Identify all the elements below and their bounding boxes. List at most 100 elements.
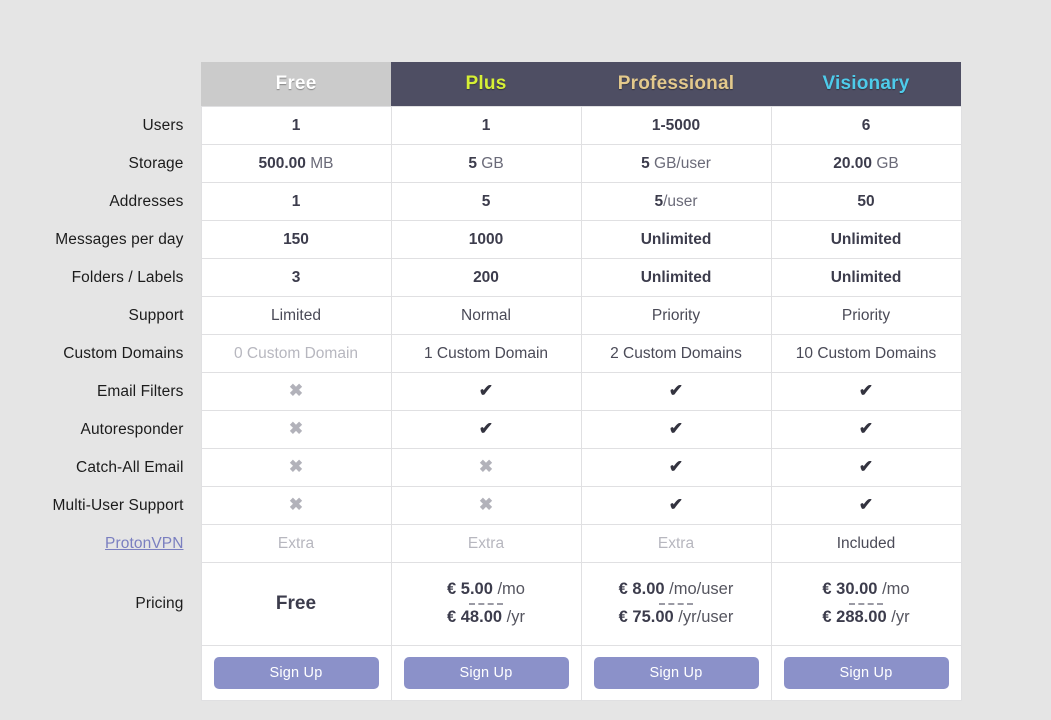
row-label-addresses: Addresses	[20, 182, 201, 221]
cell-value: 5	[641, 154, 650, 172]
cell-unit: MB	[305, 154, 334, 172]
cell-unit: GB	[872, 154, 899, 172]
price-monthly-amount: € 5.00	[447, 580, 493, 599]
check-icon: ✔	[858, 495, 874, 514]
pricing-body: Pricing Free € 5.00 /mo € 48.00 /yr € 8.…	[20, 562, 962, 701]
cell-catch-all-email-free: ✖	[200, 448, 392, 487]
plan-comparison-table: Free Plus Professional Visionary Users 1 1…	[20, 62, 962, 701]
cell-folders-labels-visionary: Unlimited	[770, 258, 962, 297]
sign-up-button-free[interactable]: Sign Up	[213, 657, 379, 689]
cell-value: 20.00	[833, 154, 873, 172]
cell-email-filters-plus: ✔	[390, 372, 582, 411]
cell-addresses-visionary: 50	[770, 182, 962, 221]
cell-protonvpn-free: Extra	[200, 524, 392, 563]
feature-row: Multi-User Support ✖ ✖ ✔ ✔	[20, 486, 962, 525]
plan-header-free: Free	[201, 62, 391, 107]
signup-cell-professional: Sign Up	[580, 645, 772, 701]
cell-email-filters-visionary: ✔	[770, 372, 962, 411]
feature-row: Storage 500.00 MB 5 GB 5 GB/user 20.00 GB	[20, 144, 962, 183]
check-icon: ✔	[668, 381, 684, 400]
cell-support-plus: Normal	[390, 296, 582, 335]
cell-unit: GB	[476, 154, 504, 172]
check-icon: ✔	[858, 381, 874, 400]
cell-value: 5	[468, 154, 477, 172]
feature-row: Support Limited Normal Priority Priority	[20, 296, 962, 335]
cell-custom-domains-professional: 2 Custom Domains	[580, 334, 772, 373]
check-icon: ✔	[858, 457, 874, 476]
row-label-custom-domains: Custom Domains	[20, 334, 201, 373]
plan-header-professional: Professional	[581, 62, 771, 107]
price-cell-visionary: € 30.00 /mo € 288.00 /yr	[770, 562, 962, 646]
price-monthly-period: /mo	[877, 580, 910, 599]
price-monthly-amount: € 30.00	[822, 580, 878, 599]
signup-row-label-spacer	[20, 645, 201, 701]
cell-custom-domains-plus: 1 Custom Domain	[390, 334, 582, 373]
cell-email-filters-professional: ✔	[580, 372, 772, 411]
pricing-row: Pricing Free € 5.00 /mo € 48.00 /yr € 8.…	[20, 562, 962, 646]
plan-header-plus: Plus	[391, 62, 581, 107]
row-label-protonvpn: ProtonVPN	[20, 524, 201, 563]
price-yearly-amount: € 75.00	[618, 608, 674, 626]
protonvpn-link[interactable]: ProtonVPN	[105, 535, 183, 552]
cross-icon: ✖	[288, 381, 304, 400]
pricing-comparison-page: Free Plus Professional Visionary Users 1 1…	[0, 0, 1051, 720]
cell-protonvpn-professional: Extra	[580, 524, 772, 563]
feature-row: Folders / Labels 3 200 Unlimited Unlimited	[20, 258, 962, 297]
check-icon: ✔	[668, 419, 684, 438]
cell-catch-all-email-visionary: ✔	[770, 448, 962, 487]
check-icon: ✔	[668, 495, 684, 514]
sign-up-button-plus[interactable]: Sign Up	[403, 657, 569, 689]
price-monthly-period: /mo/user	[664, 580, 734, 599]
price-monthly-visionary: € 30.00 /mo	[778, 578, 955, 602]
cell-unit: GB/user	[649, 154, 711, 172]
price-yearly-amount: € 288.00	[822, 608, 887, 626]
feature-row: Email Filters ✖ ✔ ✔ ✔	[20, 372, 962, 411]
cell-email-filters-free: ✖	[200, 372, 392, 411]
price-yearly-period: /yr	[886, 608, 910, 626]
signup-cell-free: Sign Up	[200, 645, 392, 701]
price-free-text: Free	[275, 593, 317, 614]
cell-messages-per-day-visionary: Unlimited	[770, 220, 962, 259]
cell-storage-visionary: 20.00 GB	[770, 144, 962, 183]
price-monthly-plus: € 5.00 /mo	[398, 578, 575, 602]
header-corner-spacer	[20, 62, 201, 107]
price-cell-professional: € 8.00 /mo/user € 75.00 /yr/user	[580, 562, 772, 646]
price-cell-plus: € 5.00 /mo € 48.00 /yr	[390, 562, 582, 646]
cell-users-professional: 1-5000	[580, 106, 772, 145]
feature-row: Catch-All Email ✖ ✖ ✔ ✔	[20, 448, 962, 487]
cell-multi-user-support-visionary: ✔	[770, 486, 962, 525]
check-icon: ✔	[478, 381, 494, 400]
cell-custom-domains-free: 0 Custom Domain	[200, 334, 392, 373]
sign-up-button-professional[interactable]: Sign Up	[593, 657, 759, 689]
cell-protonvpn-plus: Extra	[390, 524, 582, 563]
signup-cell-plus: Sign Up	[390, 645, 582, 701]
cell-addresses-plus: 5	[390, 182, 582, 221]
row-label-multi-user-support: Multi-User Support	[20, 486, 201, 525]
feature-row: Users 1 1 1-5000 6	[20, 106, 962, 145]
price-separator	[849, 603, 883, 605]
signup-cell-visionary: Sign Up	[770, 645, 962, 701]
cell-messages-per-day-plus: 1000	[390, 220, 582, 259]
row-label-autoresponder: Autoresponder	[20, 410, 201, 449]
feature-row: Messages per day 150 1000 Unlimited Unlimite…	[20, 220, 962, 259]
cell-messages-per-day-free: 150	[200, 220, 392, 259]
table-header: Free Plus Professional Visionary	[20, 62, 961, 107]
check-icon: ✔	[668, 457, 684, 476]
cell-support-visionary: Priority	[770, 296, 962, 335]
price-yearly-amount: € 48.00	[447, 608, 503, 626]
cell-catch-all-email-professional: ✔	[580, 448, 772, 487]
cell-addresses-free: 1	[200, 182, 392, 221]
price-yearly-plus: € 48.00 /yr	[398, 606, 575, 630]
sign-up-button-visionary[interactable]: Sign Up	[783, 657, 949, 689]
cell-storage-plus: 5 GB	[390, 144, 582, 183]
cell-folders-labels-free: 3	[200, 258, 392, 297]
cell-users-free: 1	[200, 106, 392, 145]
cell-users-visionary: 6	[770, 106, 962, 145]
cross-icon: ✖	[288, 419, 304, 438]
cell-value: 500.00	[258, 154, 306, 172]
cell-value: 5	[654, 192, 664, 210]
feature-row: Addresses 1 5 5/user 50	[20, 182, 962, 221]
cross-icon: ✖	[478, 457, 494, 476]
price-monthly-amount: € 8.00	[618, 580, 665, 599]
cell-multi-user-support-professional: ✔	[580, 486, 772, 525]
